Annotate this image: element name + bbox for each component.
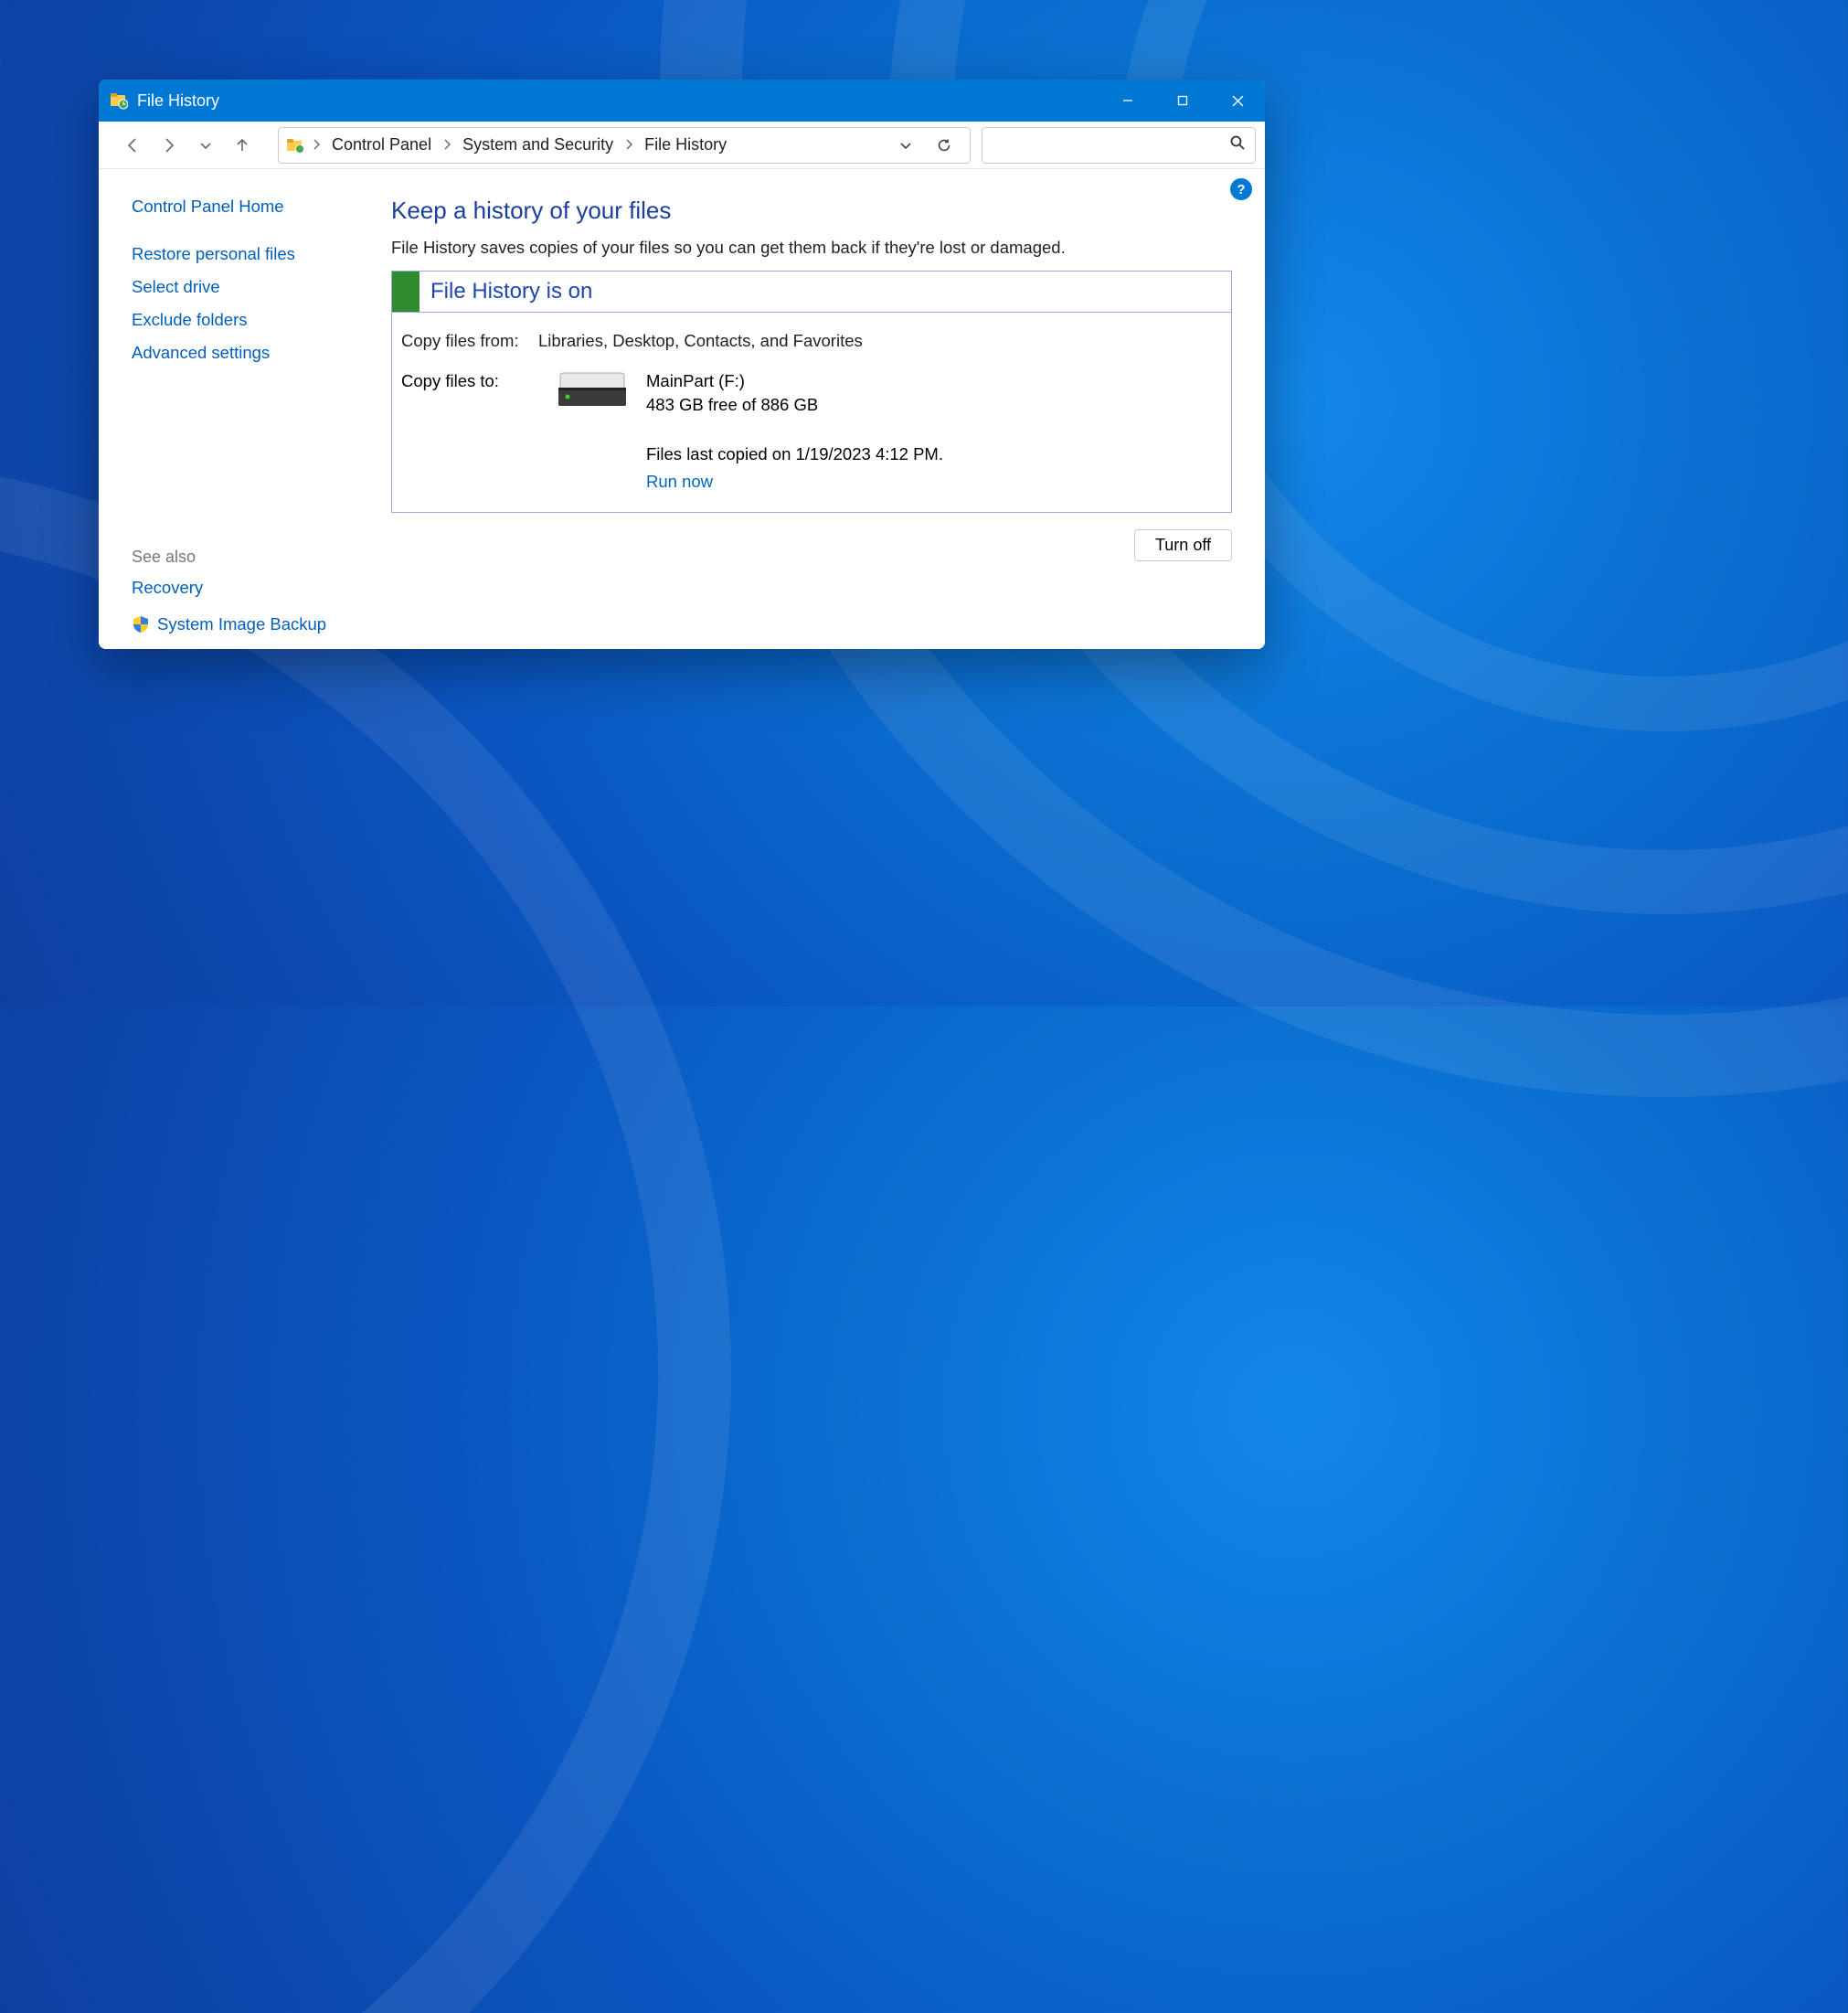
sidebar-link-advanced-settings[interactable]: Advanced settings <box>132 343 364 363</box>
status-text: File History is on <box>420 272 603 312</box>
run-now-link[interactable]: Run now <box>646 472 943 492</box>
forward-button[interactable] <box>152 128 186 163</box>
window-title: File History <box>137 91 219 111</box>
sidebar-link-select-drive[interactable]: Select drive <box>132 277 364 297</box>
page-heading: Keep a history of your files <box>391 197 1232 225</box>
main-content: Keep a history of your files File Histor… <box>382 169 1265 649</box>
status-indicator <box>392 272 420 312</box>
turn-off-button[interactable]: Turn off <box>1134 529 1232 561</box>
control-panel-home-link[interactable]: Control Panel Home <box>132 197 364 217</box>
folder-icon <box>286 136 304 154</box>
up-button[interactable] <box>225 128 260 163</box>
refresh-button[interactable] <box>931 133 957 158</box>
sidebar-link-exclude-folders[interactable]: Exclude folders <box>132 310 364 330</box>
copy-from-label: Copy files from: <box>401 331 538 351</box>
address-dropdown-button[interactable] <box>893 133 919 158</box>
breadcrumb-item[interactable]: File History <box>641 132 730 158</box>
titlebar[interactable]: File History <box>99 80 1265 122</box>
drive-name: MainPart (F:) <box>646 371 943 391</box>
last-copied-text: Files last copied on 1/19/2023 4:12 PM. <box>646 444 943 464</box>
breadcrumb-item[interactable]: System and Security <box>459 132 617 158</box>
address-bar[interactable]: Control Panel System and Security File H… <box>278 127 971 164</box>
sidebar-link-system-image-backup[interactable]: System Image Backup <box>157 614 326 634</box>
search-icon <box>1229 134 1246 155</box>
history-dropdown-button[interactable] <box>188 128 223 163</box>
search-input[interactable] <box>992 137 1229 154</box>
sidebar: Control Panel Home Restore personal file… <box>99 169 382 649</box>
minimize-button[interactable] <box>1100 80 1155 122</box>
sidebar-link-restore[interactable]: Restore personal files <box>132 244 364 264</box>
see-also-label: See also <box>132 548 364 567</box>
copy-from-value: Libraries, Desktop, Contacts, and Favori… <box>538 331 1222 351</box>
drive-icon <box>557 371 628 416</box>
help-button[interactable]: ? <box>1230 178 1252 200</box>
navigation-toolbar: Control Panel System and Security File H… <box>99 122 1265 169</box>
search-box[interactable] <box>982 127 1256 164</box>
file-history-icon <box>108 90 130 112</box>
copy-to-label: Copy files to: <box>401 371 499 390</box>
chevron-right-icon <box>310 138 323 153</box>
status-box: File History is on Copy files from: Libr… <box>391 271 1232 513</box>
sidebar-link-recovery[interactable]: Recovery <box>132 578 364 598</box>
drive-free-space: 483 GB free of 886 GB <box>646 395 943 415</box>
chevron-right-icon <box>622 138 635 153</box>
shield-icon <box>132 615 150 634</box>
page-description: File History saves copies of your files … <box>391 238 1232 258</box>
maximize-button[interactable] <box>1155 80 1210 122</box>
chevron-right-icon <box>441 138 453 153</box>
status-header: File History is on <box>392 272 1231 313</box>
control-panel-window: File History <box>99 80 1265 649</box>
breadcrumb-item[interactable]: Control Panel <box>328 132 435 158</box>
close-button[interactable] <box>1210 80 1265 122</box>
back-button[interactable] <box>115 128 150 163</box>
